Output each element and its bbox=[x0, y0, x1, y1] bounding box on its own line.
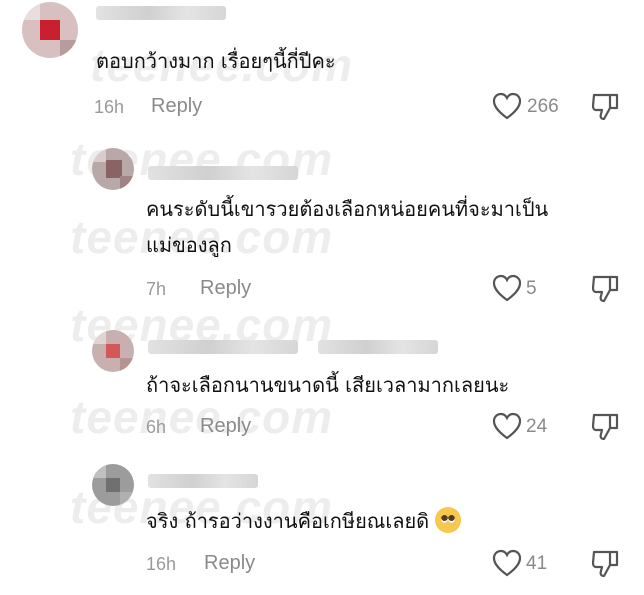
username-blurred[interactable] bbox=[148, 166, 298, 180]
heart-icon[interactable] bbox=[492, 274, 522, 302]
reply-button[interactable]: Reply bbox=[204, 552, 255, 575]
reply-button[interactable]: Reply bbox=[151, 95, 202, 118]
like-count: 41 bbox=[526, 553, 548, 574]
comment-time: 16h bbox=[146, 554, 177, 574]
like-count: 5 bbox=[526, 278, 537, 299]
username-blurred[interactable] bbox=[96, 6, 226, 20]
username-blurred[interactable] bbox=[148, 474, 258, 488]
comment-text-body: จริง ถ้ารอว่างงานคือเกษียณเลยดิ bbox=[146, 509, 430, 533]
comment-text-line-2: แม่ของลูก bbox=[146, 233, 232, 257]
dislike-icon[interactable] bbox=[590, 412, 620, 442]
comment-text: จริง ถ้ารอว่างงานคือเกษียณเลยดิ bbox=[146, 504, 462, 538]
comment-text-line-1: คนระดับนี้เขารวยต้องเลือกหน่อยคนที่จะมาเ… bbox=[146, 197, 549, 221]
like-count: 266 bbox=[527, 96, 559, 117]
dislike-icon[interactable] bbox=[590, 92, 620, 122]
heart-icon[interactable] bbox=[492, 92, 522, 120]
heart-icon[interactable] bbox=[492, 412, 522, 440]
comment-text: ตอบกว้างมาก เรื่อยๆนี้กี่ปีคะ bbox=[96, 49, 336, 73]
avatar[interactable] bbox=[22, 2, 78, 58]
dislike-icon[interactable] bbox=[590, 549, 620, 579]
username-blurred bbox=[318, 340, 438, 354]
comment-text: ถ้าจะเลือกนานขนาดนี้ เสียเวลามากเลยนะ bbox=[146, 373, 510, 397]
comment-time: 16h bbox=[94, 97, 125, 117]
reply-button[interactable]: Reply bbox=[200, 415, 251, 438]
heart-icon[interactable] bbox=[492, 549, 522, 577]
username-blurred[interactable] bbox=[148, 340, 298, 354]
reply-button[interactable]: Reply bbox=[200, 277, 251, 300]
like-count: 24 bbox=[526, 416, 548, 437]
dislike-icon[interactable] bbox=[590, 274, 620, 304]
comment-time: 7h bbox=[146, 279, 167, 299]
avatar[interactable] bbox=[92, 148, 134, 190]
avatar[interactable] bbox=[92, 330, 134, 372]
comment-time: 6h bbox=[146, 417, 167, 437]
avatar[interactable] bbox=[92, 464, 134, 506]
pleading-face-emoji bbox=[435, 507, 462, 533]
